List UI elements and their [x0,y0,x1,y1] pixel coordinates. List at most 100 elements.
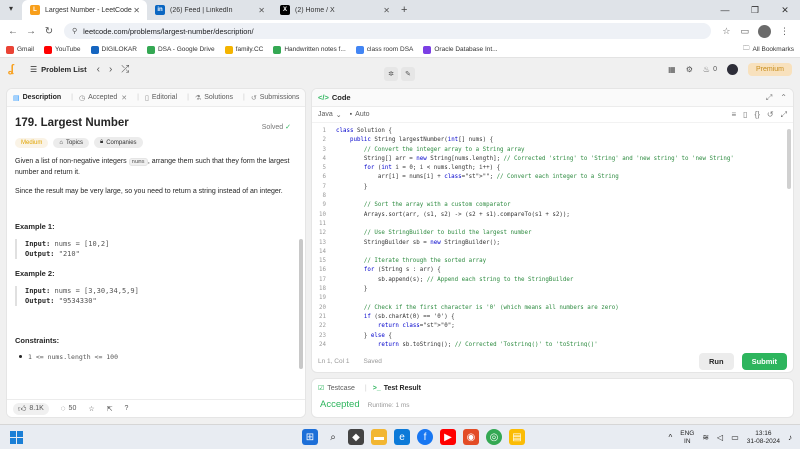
collapse-icon[interactable]: ⌃ [780,93,787,103]
topics-tag[interactable]: ⌂ Topics [53,137,89,148]
file-explorer-icon[interactable]: ▬ [371,429,387,445]
edge-icon[interactable]: e [394,429,410,445]
tab-accepted[interactable]: ◷ Accepted ✕ [79,94,127,102]
browser-tab[interactable]: L Largest Number - LeetCode ✕ [22,0,147,20]
youtube-icon[interactable]: ▶ [440,429,456,445]
notes-icon[interactable]: ✎ [401,67,415,81]
code-line[interactable]: 3 // Convert the integer array to a Stri… [312,146,793,155]
settings-icon[interactable]: ⚙ [686,65,693,74]
code-line[interactable]: 16 for (String s : arr) { [312,266,793,275]
facebook-icon[interactable]: f [417,429,433,445]
widgets-icon[interactable] [10,431,23,444]
share-icon[interactable]: ⇱ [107,405,113,413]
language-select[interactable]: Java [318,111,333,118]
bookmark-icon[interactable]: ▯ [743,110,747,120]
code-line[interactable]: 12 // Use StringBuilder to build the lar… [312,229,793,238]
code-line[interactable]: 18 } [312,285,793,294]
browser-tab[interactable]: X (2) Home / X ✕ [272,0,397,20]
forward-icon[interactable]: → [24,26,38,37]
next-problem-icon[interactable]: › [109,64,112,75]
site-info-icon[interactable]: ⚲ [72,27,77,35]
profile-avatar[interactable] [758,24,771,38]
code-line[interactable]: 17 sb.append(s); // Append each string t… [312,276,793,285]
office-icon[interactable]: ◉ [463,429,479,445]
shuffle-icon[interactable]: ⤮ [121,64,129,75]
problem-list-button[interactable]: ☰ Problem List [30,65,87,74]
code-line[interactable]: 2 public String largestNumber(int[] nums… [312,136,793,145]
bookmark-item[interactable]: Handwritten notes f... [273,45,346,54]
tab-description[interactable]: ▤ Description [13,94,61,102]
back-icon[interactable]: ← [6,26,20,37]
code-line[interactable]: 4 String[] arr = new String[nums.length]… [312,155,793,164]
bookmark-item[interactable]: family.CC [224,45,263,54]
code-line[interactable]: 1 class Solution { [312,127,793,136]
user-avatar[interactable] [726,63,738,75]
app-icon[interactable]: ◆ [348,429,364,445]
url-bar[interactable]: ⚲ leetcode.com/problems/largest-number/d… [64,23,712,39]
battery-icon[interactable]: ▭ [731,433,739,442]
code-editor[interactable]: 1 class Solution {2 public String largest… [312,127,793,347]
code-line[interactable]: 9 // Sort the array with a custom compar… [312,201,793,210]
chrome-icon[interactable]: ◎ [486,429,502,445]
premium-button[interactable]: Premium [747,62,792,76]
format-icon[interactable]: ≡ [731,110,736,120]
side-panel-icon[interactable]: ▭ [740,26,749,37]
layout-icon[interactable]: ▦ [668,65,676,74]
notification-bell-icon[interactable]: ♪ [788,433,792,442]
close-tab-icon[interactable]: ✕ [133,6,140,15]
bookmark-star-icon[interactable]: ☆ [722,26,730,37]
code-line[interactable]: 11 [312,220,793,229]
bookmark-item[interactable]: class room DSA [355,45,413,54]
code-line[interactable]: 10 Arrays.sort(arr, (s1, s2) -> (s2 + s1… [312,211,793,220]
braces-icon[interactable]: {} [755,110,760,120]
code-line[interactable]: 21 if (sb.charAt(0) == '0') { [312,313,793,322]
autocomplete-mode[interactable]: Auto [355,111,369,118]
bookmark-item[interactable]: YouTube [43,45,81,54]
streak-fire-icon[interactable]: ♨ [703,65,710,74]
minimize-icon[interactable]: — [710,0,740,20]
leetcode-logo-icon[interactable]: ʆ [8,63,20,75]
browser-tab[interactable]: in (26) Feed | LinkedIn ✕ [147,0,272,20]
run-button[interactable]: Run [698,352,734,370]
code-line[interactable]: 23 } else { [312,332,793,341]
code-line[interactable]: 13 StringBuilder sb = new StringBuilder(… [312,239,793,248]
bookmark-item[interactable]: Oracle Database Int... [423,45,498,54]
code-line[interactable]: 7 } [312,183,793,192]
code-line[interactable]: 15 // Iterate through the sorted array [312,257,793,266]
close-window-icon[interactable]: ✕ [770,0,800,20]
browser-menu-icon[interactable]: ⋮ [780,26,789,37]
code-line[interactable]: 14 [312,248,793,257]
like-button[interactable]: 👍︎ 8.1K [13,402,49,415]
code-scrollbar[interactable] [787,129,791,189]
description-scrollbar[interactable] [299,239,303,369]
start-icon[interactable]: ⊞ [302,429,318,445]
bookmark-item[interactable]: DIGILOKAR [90,45,137,54]
code-line[interactable]: 8 [312,192,793,201]
code-line[interactable]: 20 // Check if the first character is '0… [312,304,793,313]
companies-tag[interactable]: 🔒︎ Companies [93,137,143,148]
close-tab-icon[interactable]: ✕ [383,6,390,15]
bookmark-item[interactable]: Gmail [6,45,34,54]
close-tab-icon[interactable]: ✕ [258,6,265,15]
code-line[interactable]: 24 return sb.toString(); // Corrected 'T… [312,341,793,347]
submit-button[interactable]: Submit [741,352,787,370]
close-tab-icon[interactable]: ✕ [121,94,127,102]
tab-solutions[interactable]: ⚗ Solutions [195,94,233,102]
fullscreen-icon[interactable]: ⤢ [766,93,772,103]
favorite-star-icon[interactable]: ☆ [88,405,94,413]
expand-icon[interactable]: ⤢ [781,110,787,120]
all-bookmarks[interactable]: 🗀 All Bookmarks [743,44,794,55]
language-indicator[interactable]: ENG IN [680,430,694,446]
code-line[interactable]: 22 return class="st">"0"; [312,322,793,331]
tray-overflow-icon[interactable]: ^ [668,433,672,442]
new-tab-icon[interactable]: + [401,4,407,16]
comments-button[interactable]: ◌ 50 [61,404,77,413]
debug-icon[interactable]: ✲ [384,67,398,81]
prev-problem-icon[interactable]: ‹ [97,64,100,75]
tab-test-result[interactable]: >_ Test Result [373,385,421,392]
search-icon[interactable]: ⌕ [325,429,341,445]
help-icon[interactable]: ? [125,405,129,412]
bookmark-item[interactable]: DSA - Google Drive [146,45,215,54]
wifi-icon[interactable]: ≋ [702,433,709,442]
tab-testcase[interactable]: ☑ Testcase [318,384,355,393]
